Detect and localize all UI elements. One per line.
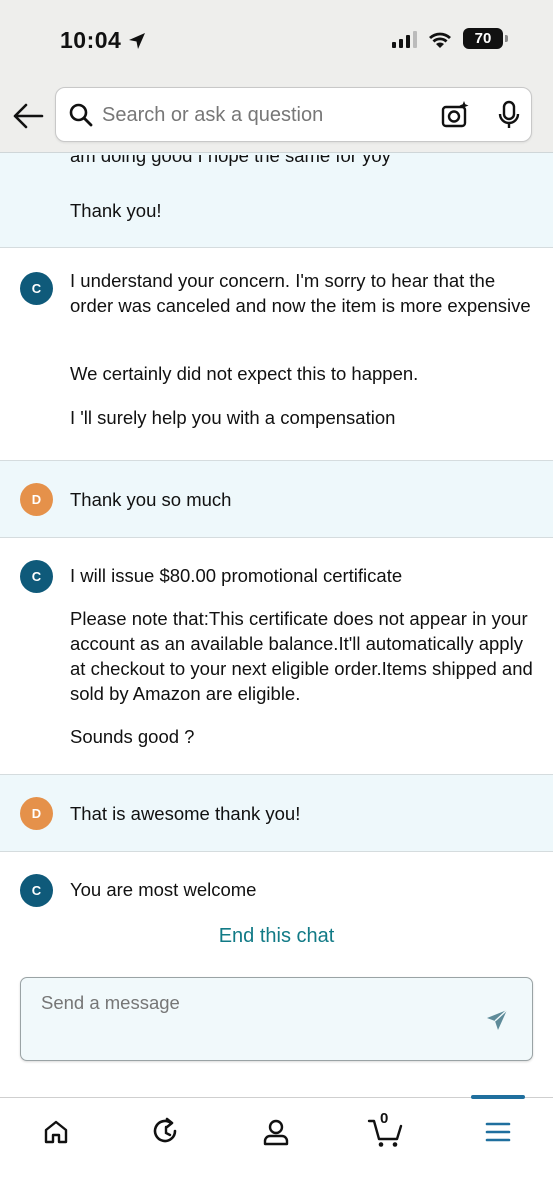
message-paragraph: We certainly did not expect this to happ… — [70, 363, 419, 384]
microphone-icon[interactable] — [496, 100, 522, 130]
refresh-icon — [153, 1117, 177, 1143]
chat-message-customer: D That is awesome thank you! — [0, 775, 553, 852]
cart-count-badge: 0 — [380, 1110, 389, 1127]
camera-scan-icon[interactable] — [440, 100, 470, 130]
chat-message-customer: D Thank you so much — [0, 461, 553, 538]
bottom-navigation: 0 — [0, 1095, 553, 1200]
message-text-partial: am doing good I hope the same for yoy — [70, 155, 535, 168]
battery-indicator: 70 — [463, 28, 508, 49]
message-input[interactable] — [41, 992, 461, 1042]
customer-avatar: D — [20, 797, 53, 830]
location-arrow-icon — [129, 32, 146, 49]
battery-level: 70 — [474, 30, 492, 47]
message-paragraph: That is awesome thank you! — [70, 803, 301, 824]
message-paragraph: Thank you! — [70, 200, 162, 221]
cellular-signal-icon — [392, 30, 417, 48]
back-arrow-icon — [13, 103, 44, 129]
nav-rufus[interactable] — [146, 1112, 186, 1152]
wifi-icon — [429, 32, 451, 48]
search-box[interactable] — [55, 87, 532, 142]
agent-avatar: C — [20, 272, 53, 305]
nav-menu[interactable] — [478, 1112, 518, 1152]
search-icon — [69, 103, 93, 127]
status-icons: 70 — [391, 28, 508, 49]
message-composer — [20, 977, 533, 1061]
message-paragraph: I will issue $80.00 promotional certific… — [70, 565, 403, 586]
message-paragraph: I understand your concern. I'm sorry to … — [70, 270, 531, 316]
agent-avatar: C — [20, 560, 53, 593]
end-chat-link[interactable]: End this chat — [0, 925, 553, 948]
chat-message-customer: am doing good I hope the same for yoy Th… — [0, 153, 553, 248]
message-paragraph: Please note that:This certificate does n… — [70, 608, 533, 704]
send-button[interactable] — [485, 1008, 509, 1032]
send-icon — [487, 1009, 508, 1030]
account-icon — [263, 1119, 289, 1146]
home-icon — [44, 1120, 68, 1144]
back-button[interactable] — [10, 98, 46, 134]
status-time-text: 10:04 — [60, 27, 122, 53]
chat-message-agent: C I will issue $80.00 promotional certif… — [0, 538, 553, 775]
customer-avatar: D — [20, 483, 53, 516]
chat-transcript[interactable]: am doing good I hope the same for yoy Th… — [0, 152, 553, 962]
agent-avatar: C — [20, 874, 53, 907]
nav-account[interactable] — [256, 1112, 296, 1152]
message-paragraph: I 'll surely help you with a compensatio… — [70, 407, 396, 428]
message-paragraph: Thank you so much — [70, 489, 232, 510]
menu-icon — [485, 1122, 511, 1142]
message-paragraph: Sounds good ? — [70, 726, 195, 747]
nav-home[interactable] — [36, 1112, 76, 1152]
message-paragraph: am doing good I hope the same for yoy — [70, 155, 391, 166]
search-input[interactable] — [102, 98, 432, 132]
top-bar: 10:04 70 — [0, 0, 553, 152]
status-time: 10:04 — [60, 27, 147, 54]
nav-cart[interactable]: 0 — [366, 1110, 406, 1152]
nav-active-indicator — [471, 1095, 525, 1099]
chat-message-agent: C I understand your concern. I'm sorry t… — [0, 248, 553, 461]
message-paragraph: You are most welcome — [70, 879, 257, 900]
